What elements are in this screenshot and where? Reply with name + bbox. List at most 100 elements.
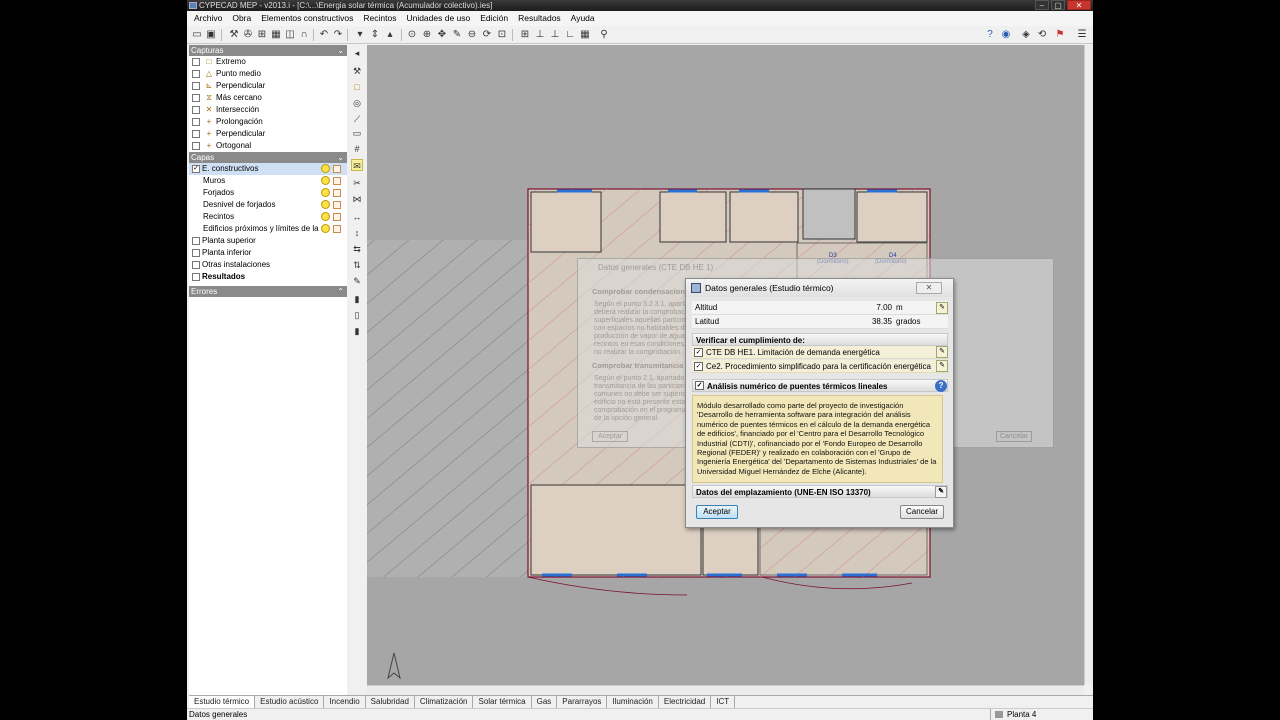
altitud-value[interactable]: 7.00 [862, 301, 892, 315]
rotate-view-icon[interactable]: ⟲ [1035, 28, 1049, 42]
expand-chevron-icon[interactable]: ⌃ [337, 286, 344, 297]
valve-tool-icon[interactable]: ▯ [351, 309, 363, 321]
capa-item-e-constructivos[interactable]: ✓ E. constructivos [189, 163, 347, 175]
check-ce2[interactable]: ✓ Ce2. Procedimiento simplificado para l… [692, 360, 948, 373]
capas-header[interactable]: Capas ⌄ [189, 152, 347, 163]
capa-item-planta-superior[interactable]: Planta superior [189, 235, 347, 247]
checkbox[interactable] [192, 249, 200, 257]
measure-tool-icon[interactable]: ▭ [351, 127, 363, 139]
tab-climatizacion[interactable]: Climatización [415, 696, 474, 708]
cube-icon[interactable]: ◈ [1019, 28, 1033, 42]
tile-icon[interactable]: ▦ [578, 28, 592, 42]
comment-tool-icon[interactable]: ✉ [351, 159, 363, 171]
floor-down-icon[interactable]: ▾ [353, 28, 367, 42]
lock-icon[interactable] [333, 201, 341, 209]
menu-unidades-de-uso[interactable]: Unidades de uso [401, 11, 475, 26]
capturas-item-punto-medio[interactable]: △ Punto medio [189, 68, 347, 80]
horizontal-scrollbar[interactable] [367, 685, 1084, 695]
tools-icon[interactable]: ✇ [241, 28, 255, 42]
capa-item-forjados[interactable]: Forjados [189, 187, 347, 199]
tab-salubridad[interactable]: Salubridad [366, 696, 415, 708]
edit-settings-icon[interactable]: ✎ [936, 346, 948, 358]
tab-estudio-acustico[interactable]: Estudio acústico [255, 696, 325, 708]
globe-icon[interactable]: ◉ [999, 28, 1013, 42]
arrow-up-down-icon[interactable]: ⇅ [351, 259, 363, 271]
checkbox[interactable] [192, 237, 200, 245]
capa-item-otras-instalaciones[interactable]: Otras instalaciones [189, 259, 347, 271]
accept-button[interactable]: Aceptar [696, 505, 738, 519]
dialog-close-button[interactable]: ✕ [916, 282, 942, 294]
angle-icon[interactable]: ∟ [563, 28, 577, 42]
lightbulb-icon[interactable] [321, 224, 330, 233]
menu-elementos-constructivos[interactable]: Elementos constructivos [256, 11, 358, 26]
floor-up-icon[interactable]: ▴ [383, 28, 397, 42]
menu-recintos[interactable]: Recintos [358, 11, 401, 26]
undo-icon[interactable]: ↶ [317, 28, 331, 42]
checkbox[interactable] [192, 118, 200, 126]
zoom-extents-icon[interactable]: ⊡ [495, 28, 509, 42]
checkbox[interactable] [192, 82, 200, 90]
checkbox[interactable] [192, 142, 200, 150]
lightbulb-icon[interactable] [321, 176, 330, 185]
menu-resultados[interactable]: Resultados [513, 11, 566, 26]
new-file-icon[interactable]: ▭ [190, 28, 204, 42]
cancel-button[interactable]: Cancelar [900, 505, 944, 519]
tab-gas[interactable]: Gas [532, 696, 558, 708]
capturas-item-ortogonal[interactable]: + Ortogonal [189, 140, 347, 152]
arrow-left-right-icon[interactable]: ⇆ [351, 243, 363, 255]
dimension-icon[interactable]: ⊥ [533, 28, 547, 42]
capturas-item-mas-cercano[interactable]: ⧖ Más cercano [189, 92, 347, 104]
capturas-header[interactable]: Capturas ⌄ [189, 45, 347, 56]
checkbox[interactable] [192, 130, 200, 138]
capa-item-recintos[interactable]: Recintos [189, 211, 347, 223]
latitud-value[interactable]: 38.35 [862, 315, 892, 329]
split-tool-icon[interactable]: ✂ [351, 177, 363, 189]
dialog-title-bar[interactable]: Datos generales (Estudio térmico) ✕ [686, 279, 953, 297]
lightbulb-icon[interactable] [321, 188, 330, 197]
pencil-tool-icon[interactable]: ✎ [351, 275, 363, 287]
tab-iluminacion[interactable]: Iluminación [607, 696, 659, 708]
checkbox-checked[interactable]: ✓ [192, 165, 200, 173]
capturas-item-prolongacion[interactable]: + Prolongación [189, 116, 347, 128]
help-icon[interactable]: ? [935, 380, 947, 392]
errores-header[interactable]: Errores ⌃ [189, 286, 347, 297]
checkbox[interactable] [192, 58, 200, 66]
lightbulb-icon[interactable] [321, 200, 330, 209]
measure-icon[interactable]: ⊞ [518, 28, 532, 42]
analisis-header[interactable]: ✓ Análisis numérico de puentes térmicos … [692, 379, 948, 392]
tab-electricidad[interactable]: Electricidad [659, 696, 712, 708]
lock-icon[interactable] [333, 213, 341, 221]
menu-ayuda[interactable]: Ayuda [566, 11, 600, 26]
menu-obra[interactable]: Obra [227, 11, 256, 26]
tab-estudio-termico[interactable]: Estudio térmico [189, 696, 256, 708]
vertical-scrollbar[interactable] [1084, 45, 1093, 685]
capturas-item-interseccion[interactable]: ✕ Intersección [189, 104, 347, 116]
pan-icon[interactable]: ✥ [435, 28, 449, 42]
save-icon[interactable]: ▣ [204, 28, 218, 42]
axis-icon[interactable]: ⊥ [548, 28, 562, 42]
checkbox[interactable] [192, 106, 200, 114]
bottle-tool-icon[interactable]: ▮ [351, 325, 363, 337]
redraw-icon[interactable]: ⟳ [480, 28, 494, 42]
maximize-button[interactable]: ▢ [1051, 0, 1065, 10]
check-cte-db-he1[interactable]: ✓ CTE DB HE1. Limitación de demanda ener… [692, 346, 948, 359]
capturas-item-perpendicular[interactable]: ⊾ Perpendicular [189, 80, 347, 92]
edit-settings-icon[interactable]: ✎ [936, 360, 948, 372]
tab-ict[interactable]: ICT [711, 696, 736, 708]
floor-updown-icon[interactable]: ⇕ [368, 28, 382, 42]
checkbox[interactable] [192, 273, 200, 281]
floor-plan-icon[interactable]: ⊞ [255, 28, 269, 42]
zoom-icon[interactable]: ⊙ [405, 28, 419, 42]
lightbulb-icon[interactable] [321, 212, 330, 221]
target-tool-icon[interactable]: ◎ [351, 97, 363, 109]
lock-icon[interactable] [333, 189, 341, 197]
capa-item-planta-inferior[interactable]: Planta inferior [189, 247, 347, 259]
hammer-tool-icon[interactable]: ⚒ [351, 65, 363, 77]
join-tool-icon[interactable]: ⋈ [351, 193, 363, 205]
help-icon[interactable]: ? [983, 28, 997, 42]
line-tool-icon[interactable]: ⟋ [351, 113, 363, 125]
hammer-icon[interactable]: ⚒ [227, 28, 241, 42]
checkbox-checked[interactable]: ✓ [694, 362, 703, 371]
square-tool-icon[interactable]: □ [351, 81, 363, 93]
redo-icon[interactable]: ↷ [331, 28, 345, 42]
